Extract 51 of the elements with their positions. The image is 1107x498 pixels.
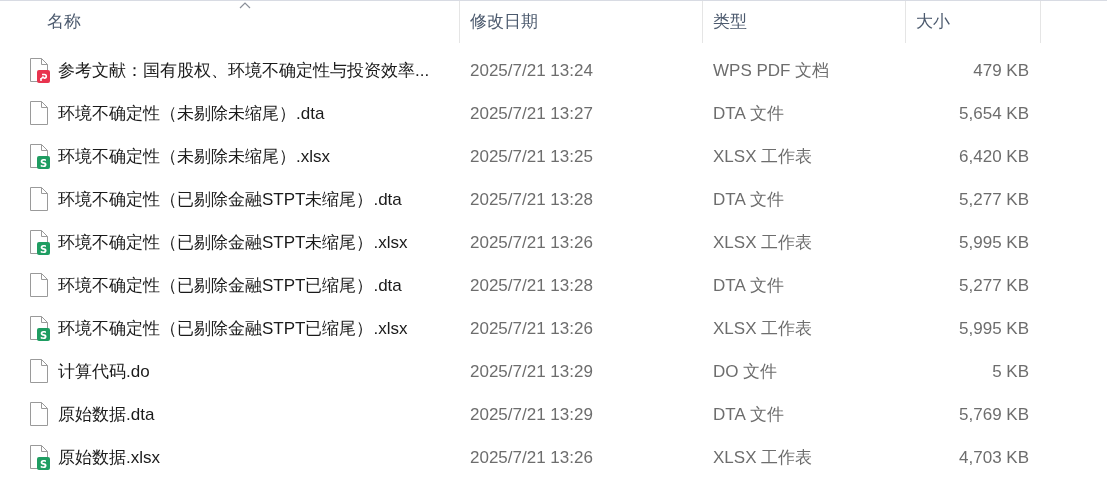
file-name[interactable]: 计算代码.do — [58, 358, 150, 385]
pdf-file-icon — [29, 57, 51, 84]
sort-caret-icon — [238, 2, 251, 9]
file-icon — [29, 186, 51, 213]
column-header[interactable]: 类型 — [703, 1, 906, 43]
file-type: DTA 文件 — [713, 189, 784, 209]
file-type: DTA 文件 — [713, 275, 784, 295]
file-name[interactable]: 环境不确定性（已剔除金融STPT未缩尾）.xlsx — [58, 229, 408, 256]
file-size: 4,703 KB — [959, 446, 1029, 469]
modified-date: 2025/7/21 13:27 — [470, 103, 593, 123]
file-size: 5 KB — [992, 360, 1029, 383]
file-type: DTA 文件 — [713, 404, 784, 424]
file-name[interactable]: 原始数据.dta — [58, 401, 155, 428]
modified-date: 2025/7/21 13:26 — [470, 447, 593, 467]
file-name[interactable]: 原始数据.xlsx — [58, 444, 160, 471]
modified-date: 2025/7/21 13:28 — [470, 189, 593, 209]
modified-date: 2025/7/21 13:29 — [470, 404, 593, 424]
column-header[interactable]: 修改日期 — [460, 1, 703, 43]
file-size: 6,420 KB — [959, 145, 1029, 168]
file-name[interactable]: 环境不确定性（已剔除金融STPT已缩尾）.xlsx — [58, 315, 408, 342]
file-type: XLSX 工作表 — [713, 447, 813, 467]
modified-date: 2025/7/21 13:25 — [470, 146, 593, 166]
file-type: WPS PDF 文档 — [713, 60, 830, 80]
file-size: 5,995 KB — [959, 231, 1029, 254]
file-type: XLSX 工作表 — [713, 146, 813, 166]
file-size: 5,277 KB — [959, 188, 1029, 211]
file-icon — [29, 358, 51, 385]
file-size: 5,277 KB — [959, 274, 1029, 297]
column-header[interactable]: 名称 — [0, 1, 460, 43]
file-size: 479 KB — [973, 59, 1029, 82]
file-type: DO 文件 — [713, 361, 778, 381]
file-size: 5,995 KB — [959, 317, 1029, 340]
modified-date: 2025/7/21 13:26 — [470, 232, 593, 252]
file-name[interactable]: 环境不确定性（未剔除未缩尾）.dta — [58, 100, 325, 127]
file-name[interactable]: 参考文献：国有股权、环境不确定性与投资效率... — [58, 57, 430, 84]
column-header[interactable]: 大小 — [906, 1, 1041, 43]
file-size: 5,654 KB — [959, 102, 1029, 125]
modified-date: 2025/7/21 13:28 — [470, 275, 593, 295]
modified-date: 2025/7/21 13:26 — [470, 318, 593, 338]
file-icon — [29, 100, 51, 127]
modified-date: 2025/7/21 13:29 — [470, 361, 593, 381]
file-icon — [29, 272, 51, 299]
file-type: XLSX 工作表 — [713, 318, 813, 338]
file-name[interactable]: 环境不确定性（未剔除未缩尾）.xlsx — [58, 143, 330, 170]
file-name[interactable]: 环境不确定性（已剔除金融STPT已缩尾）.dta — [58, 272, 402, 299]
file-name[interactable]: 环境不确定性（已剔除金融STPT未缩尾）.dta — [58, 186, 402, 213]
modified-date: 2025/7/21 13:24 — [470, 60, 593, 80]
file-icon — [29, 401, 51, 428]
file-type: DTA 文件 — [713, 103, 784, 123]
file-size: 5,769 KB — [959, 403, 1029, 426]
file-type: XLSX 工作表 — [713, 232, 813, 252]
